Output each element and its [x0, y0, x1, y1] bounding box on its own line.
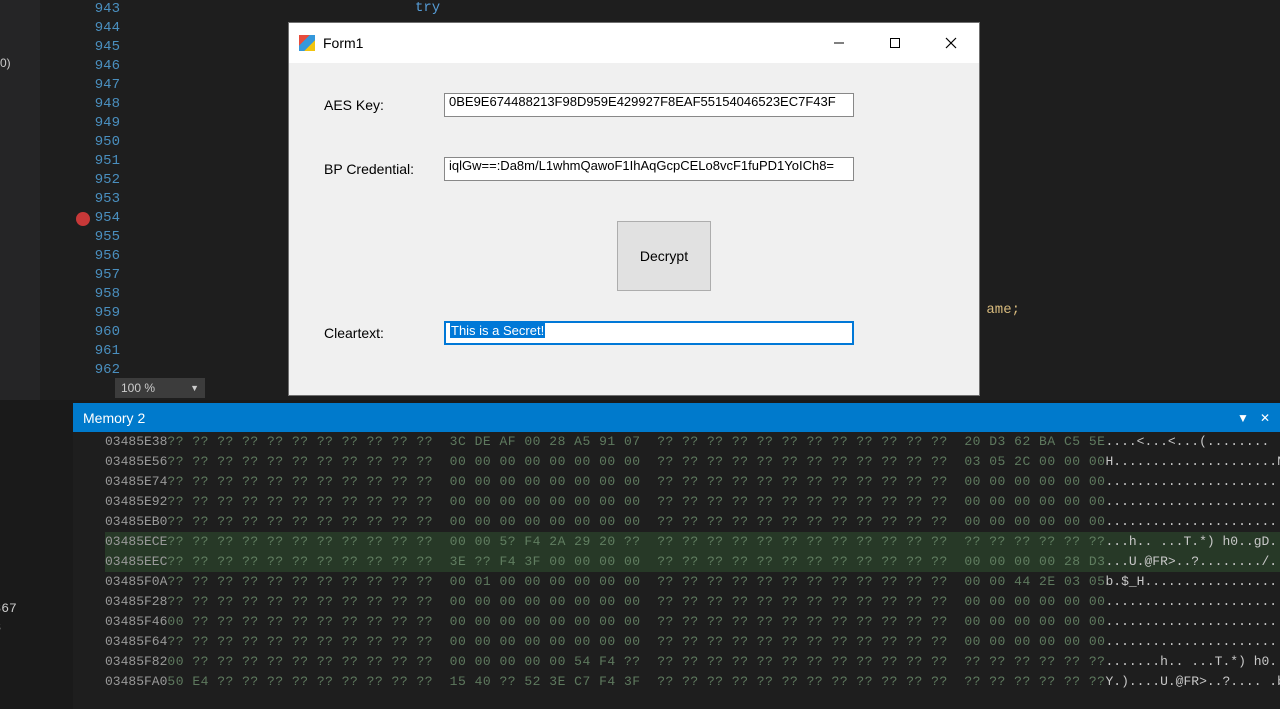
bp-credential-input[interactable]: iqlGw==:Da8m/L1whmQawoF1IhAqGcpCELo8vcF1…: [444, 157, 854, 181]
line-number-gutter: 943 944 945 946 947 948 949 950 951 952 …: [60, 0, 140, 380]
zoom-value: 100 %: [121, 381, 155, 395]
aes-key-input[interactable]: 0BE9E674488213F98D959E429927F8EAF5515404…: [444, 93, 854, 117]
watch-fragment: CD9 200367 0368 59: [0, 560, 70, 672]
dialog-titlebar[interactable]: Form1: [289, 23, 979, 63]
left-tool-window-edge: 0.0): [0, 0, 40, 400]
maximize-button[interactable]: [867, 23, 923, 63]
dropdown-icon[interactable]: ▼: [1234, 409, 1252, 427]
minimize-button[interactable]: [811, 23, 867, 63]
bp-credential-label: BP Credential:: [324, 161, 444, 177]
memory-hex-view[interactable]: 03485E38?? ?? ?? ?? ?? ?? ?? ?? ?? ?? ??…: [73, 432, 1280, 692]
form1-dialog: Form1 AES Key: 0BE9E674488213F98D959E429…: [288, 22, 980, 396]
memory-panel-title: Memory 2: [83, 410, 1234, 426]
dialog-title: Form1: [323, 35, 811, 51]
breakpoint-marker[interactable]: [76, 212, 90, 226]
aes-key-label: AES Key:: [324, 97, 444, 113]
edge-text: 0.0): [0, 56, 11, 70]
memory-panel-header[interactable]: Memory 2 ▼ ✕: [73, 403, 1280, 432]
decrypt-button[interactable]: Decrypt: [617, 221, 711, 291]
close-icon[interactable]: ✕: [1256, 409, 1274, 427]
close-button[interactable]: [923, 23, 979, 63]
memory-panel: Memory 2 ▼ ✕ 03485E38?? ?? ?? ?? ?? ?? ?…: [73, 403, 1280, 709]
chevron-down-icon: ▼: [190, 383, 199, 393]
zoom-selector[interactable]: 100 % ▼: [115, 378, 205, 398]
app-icon: [299, 35, 315, 51]
code-fragment-right: ame;: [986, 302, 1020, 318]
cleartext-label: Cleartext:: [324, 325, 444, 341]
cleartext-input[interactable]: This is a Secret!: [444, 321, 854, 345]
